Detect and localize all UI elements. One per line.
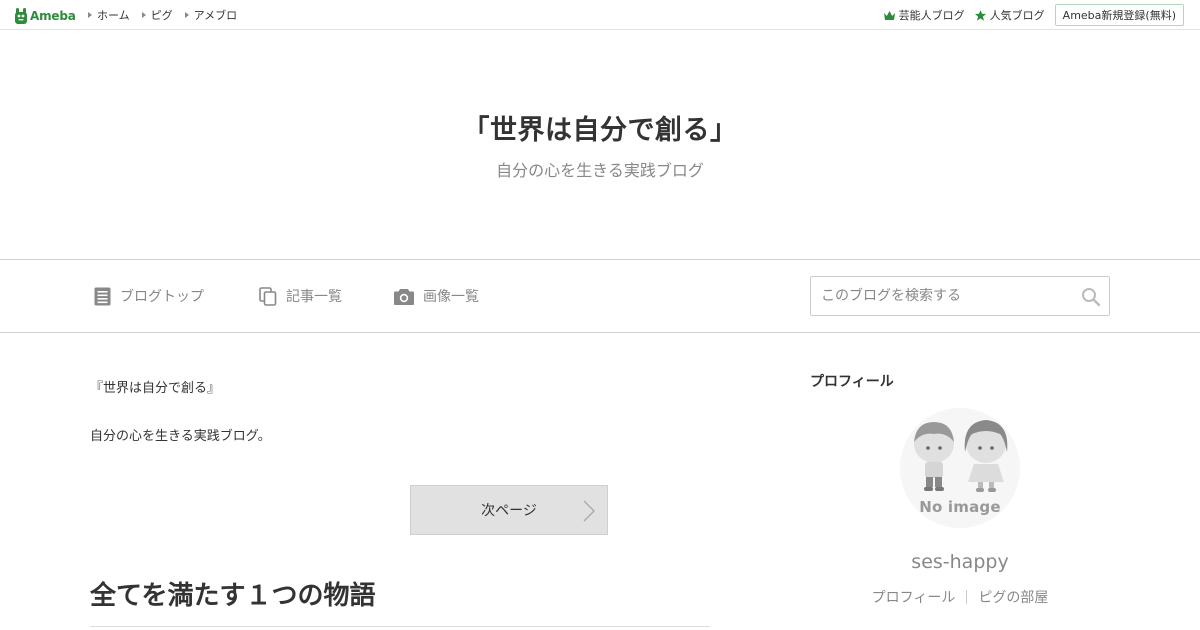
global-nav-pigg[interactable]: ピグ <box>141 7 173 23</box>
celeb-blog-label: 芸能人ブログ <box>898 9 965 22</box>
copy-pages-icon <box>259 286 277 306</box>
blog-title[interactable]: 「世界は自分で創る」 <box>0 108 1200 147</box>
global-nav-home-label: ホーム <box>97 9 130 22</box>
blog-search <box>810 276 1110 316</box>
global-nav-home[interactable]: ホーム <box>88 7 130 23</box>
avatar[interactable]: No image <box>900 408 1020 528</box>
pigg-room-link[interactable]: ピグの部屋 <box>978 587 1048 607</box>
camera-icon <box>394 288 414 305</box>
entry-title[interactable]: 全てを満たす１つの物語 <box>90 575 375 612</box>
blog-nav-entry-list-label: 記事一覧 <box>286 289 342 305</box>
popular-blog-link[interactable]: 人気ブログ <box>974 7 1045 23</box>
logo-text: Ameba <box>30 8 76 23</box>
popular-blog-label: 人気ブログ <box>989 9 1045 22</box>
global-nav-ameblo-label: アメブロ <box>193 9 238 22</box>
ameba-logo[interactable]: Ameba <box>14 6 76 25</box>
document-icon <box>94 287 111 305</box>
profile-heading: プロフィール <box>810 374 894 390</box>
search-icon[interactable] <box>1081 287 1101 307</box>
register-button[interactable]: Ameba新規登録(無料) <box>1054 4 1184 26</box>
profile-link[interactable]: プロフィール <box>872 587 956 607</box>
ameba-mascot-icon <box>15 7 27 24</box>
blog-nav-image-list[interactable]: 画像一覧 <box>394 285 479 307</box>
crown-icon <box>883 10 895 20</box>
blog-nav-image-list-label: 画像一覧 <box>423 289 479 305</box>
profile-links: プロフィール ピグの部屋 <box>810 587 1110 607</box>
blog-nav-top-label: ブログトップ <box>120 289 204 305</box>
next-page-label: 次ページ <box>481 503 537 519</box>
caret-right-icon <box>184 12 189 18</box>
global-header: Ameba ホーム ピグ アメブロ 芸能人ブログ 人気ブログ Ameba新規登録… <box>0 0 1200 30</box>
link-separator <box>966 590 968 604</box>
next-page-button[interactable]: 次ページ <box>410 485 608 535</box>
pigg-couple-placeholder-icon <box>914 420 1008 492</box>
star-icon <box>974 9 986 21</box>
blog-search-input[interactable] <box>821 277 1081 315</box>
blog-nav: ブログトップ 記事一覧 画像一覧 <box>0 259 1200 333</box>
blog-nav-entry-list[interactable]: 記事一覧 <box>259 285 342 307</box>
caret-right-icon <box>141 12 146 18</box>
caret-right-icon <box>88 12 92 18</box>
global-nav-pigg-label: ピグ <box>150 9 173 22</box>
global-nav-ameblo[interactable]: アメブロ <box>184 7 238 23</box>
global-nav: ホーム ピグ アメブロ <box>88 0 249 30</box>
intro-line-1: 『世界は自分で創る』 <box>90 381 221 396</box>
blog-nav-top[interactable]: ブログトップ <box>94 285 204 307</box>
celeb-blog-link[interactable]: 芸能人ブログ <box>883 7 965 23</box>
chevron-right-icon <box>583 500 595 522</box>
entry-divider <box>90 626 710 627</box>
global-right-links: 芸能人ブログ 人気ブログ Ameba新規登録(無料) <box>883 0 1184 30</box>
blog-description: 自分の心を生きる実践ブログ <box>496 161 704 180</box>
avatar-placeholder-text: No image <box>919 498 1001 516</box>
profile-username[interactable]: ses-happy <box>810 551 1110 573</box>
intro-line-2: 自分の心を生きる実践ブログ。 <box>90 429 271 444</box>
